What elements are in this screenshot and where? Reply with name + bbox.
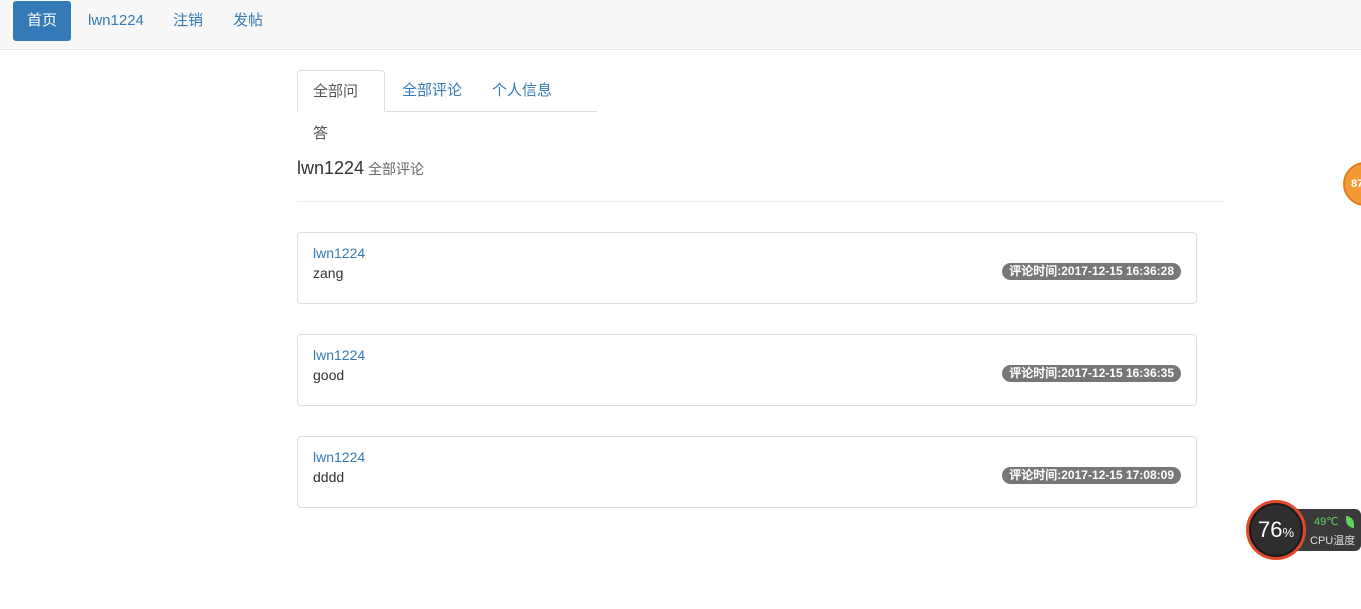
floating-edge-widget[interactable]: 87	[1343, 162, 1361, 206]
comment-author-link[interactable]: lwn1224	[313, 347, 365, 363]
page-title-subtitle: 全部评论	[368, 161, 425, 177]
comment-item: lwn1224 dddd 评论时间:2017-12-15 17:08:09	[297, 436, 1197, 508]
cpu-monitor-widget[interactable]: 49℃ CPU温度 76%	[1246, 500, 1361, 560]
nav-logout-link[interactable]: 注销	[173, 1, 203, 41]
page-title: lwn1224 全部评论	[297, 158, 1225, 202]
comment-time-badge: 评论时间:2017-12-15 16:36:35	[1002, 365, 1181, 382]
top-navbar: 首页 lwn1224 注销 发帖	[0, 0, 1361, 50]
profile-tabs: 全部问答 全部评论 个人信息	[297, 70, 597, 142]
comment-time-badge: 评论时间:2017-12-15 16:36:28	[1002, 263, 1181, 280]
nav-home-link[interactable]: 首页	[13, 1, 71, 41]
cpu-usage-unit: %	[1282, 525, 1295, 540]
comment-text: dddd	[313, 469, 345, 485]
cpu-temperature-label: CPU温度	[1310, 535, 1356, 547]
tab-personal-info[interactable]: 个人信息	[477, 70, 567, 111]
comment-author-link[interactable]: lwn1224	[313, 245, 365, 261]
cpu-usage-gauge: 76%	[1246, 500, 1306, 560]
nav-user-link[interactable]: lwn1224	[88, 1, 144, 41]
page-title-user: lwn1224	[297, 158, 365, 178]
comment-text: good	[313, 367, 345, 383]
nav-post-link[interactable]: 发帖	[233, 1, 263, 41]
comment-item: lwn1224 good 评论时间:2017-12-15 16:36:35	[297, 334, 1197, 406]
tab-all-answers[interactable]: 全部问答	[297, 70, 385, 142]
comment-item: lwn1224 zang 评论时间:2017-12-15 16:36:28	[297, 232, 1197, 304]
leaf-icon	[1346, 516, 1354, 528]
tab-all-comments[interactable]: 全部评论	[387, 70, 477, 111]
comment-time-badge: 评论时间:2017-12-15 17:08:09	[1002, 467, 1181, 484]
comment-text: zang	[313, 265, 344, 281]
cpu-temperature: 49℃	[1314, 516, 1339, 528]
cpu-usage-value: 76	[1257, 517, 1283, 542]
comment-author-link[interactable]: lwn1224	[313, 449, 365, 465]
